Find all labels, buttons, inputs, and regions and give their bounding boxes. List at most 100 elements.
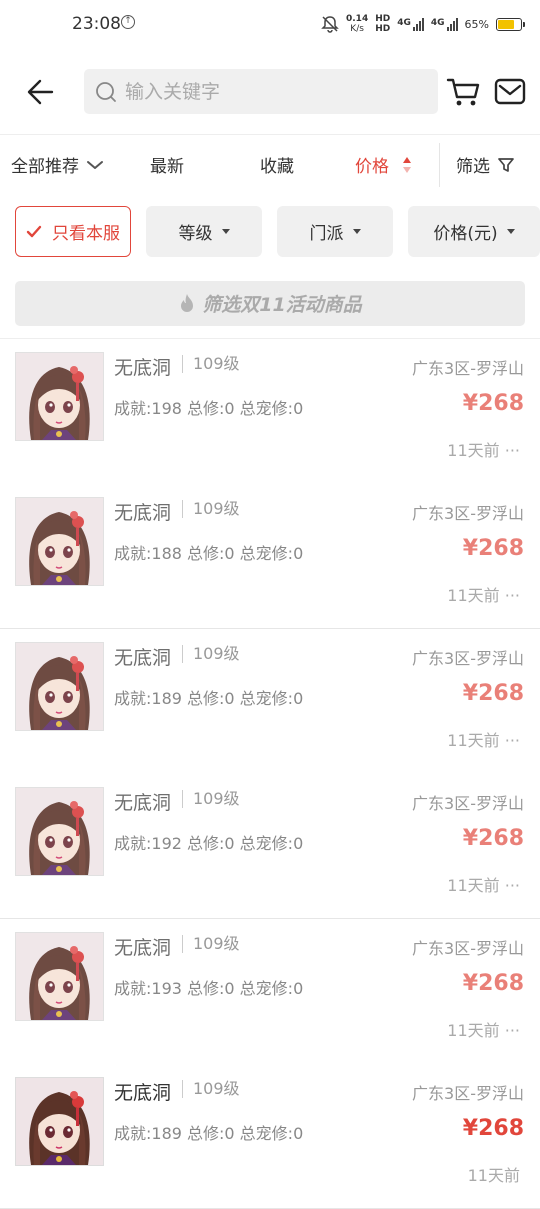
listing-price: ¥268 xyxy=(462,1116,524,1141)
chip-own-server[interactable]: 只看本服 xyxy=(15,206,131,257)
listing-price: ¥268 xyxy=(462,536,524,561)
status-bar: 23:08 ↑ 0.14 K/s HD HD 4G 4G 65% xyxy=(0,0,540,50)
listing-item[interactable]: 无底洞 109级 成就:192 总修:0 总宠修:0 广东3区-罗浮山 ¥268 11天前… xyxy=(0,774,540,919)
character-avatar xyxy=(15,1077,104,1166)
status-time: 23:08 xyxy=(72,14,121,34)
server-name: 广东3区-罗浮山 xyxy=(412,939,524,958)
filter-chips: 只看本服 等级 门派 价格(元) xyxy=(0,206,540,258)
listing-time: 11天前 ··· xyxy=(447,586,520,605)
listing-price: ¥268 xyxy=(462,826,524,851)
sort-newest[interactable]: 最新 xyxy=(150,152,184,177)
sort-divider xyxy=(439,143,440,187)
chip-school-label: 门派 xyxy=(309,224,344,244)
network-speed: 0.14 K/s xyxy=(346,14,368,34)
character-school: 无底洞 xyxy=(114,792,172,814)
character-level: 109级 xyxy=(182,935,240,953)
check-icon xyxy=(26,225,42,237)
listing-time: 11天前 ··· xyxy=(447,731,520,750)
filter-funnel-icon xyxy=(498,157,514,172)
sync-icon: ↑ xyxy=(121,15,135,29)
listing-item[interactable]: 无底洞 109级成就:188 总修:0 总宠修:0 广东3区-罗浮山 ¥268 11天前… xyxy=(0,484,540,629)
sort-all-label: 全部推荐 xyxy=(11,157,79,177)
battery-fill xyxy=(498,19,514,29)
net-label-1: 4G xyxy=(397,17,411,28)
arrow-left-icon xyxy=(27,79,54,105)
hd-voice-indicator: HD HD xyxy=(375,14,390,34)
listing-price: ¥268 xyxy=(462,681,524,706)
status-indicators: 0.14 K/s HD HD 4G 4G 65% xyxy=(321,12,525,36)
server-name: 广东3区-罗浮山 xyxy=(412,649,524,668)
listing-item[interactable]: 无底洞 109级 成就:198 总修:0 总宠修:0 广东3区-罗浮山 ¥268 11天前… xyxy=(0,339,540,484)
back-button[interactable] xyxy=(20,72,60,112)
chip-price[interactable]: 价格(元) xyxy=(408,206,540,257)
cart-button[interactable] xyxy=(445,74,483,110)
server-name: 广东3区-罗浮山 xyxy=(412,1084,524,1103)
battery-icon xyxy=(496,17,525,31)
server-name: 广东3区-罗浮山 xyxy=(412,794,524,813)
listing-time: 11天前 xyxy=(467,1166,520,1185)
chip-own-server-label: 只看本服 xyxy=(52,224,120,244)
caret-down-icon xyxy=(221,229,230,234)
listing-item[interactable]: 无底洞 109级 成就:193 总修:0 总宠修:0 广东3区-罗浮山 ¥268 11天前… xyxy=(0,919,540,1064)
character-avatar xyxy=(15,497,104,586)
sort-price-label: 价格 xyxy=(355,157,389,177)
caret-down-icon xyxy=(506,229,515,234)
cart-icon xyxy=(446,78,480,106)
server-name: 广东3区-罗浮山 xyxy=(412,359,524,378)
filter-button[interactable]: 筛选 xyxy=(456,152,515,177)
character-avatar xyxy=(15,932,104,1021)
signal-icon-1: 4G xyxy=(397,17,424,31)
listing-time: 11天前 ··· xyxy=(447,1021,520,1040)
net-label-2: 4G xyxy=(430,17,445,28)
character-level: 109级 xyxy=(182,645,240,663)
listing-time: 11天前 ··· xyxy=(447,876,520,895)
sort-arrows-icon xyxy=(403,156,411,173)
character-avatar xyxy=(15,352,104,441)
chip-level-label: 等级 xyxy=(178,224,213,244)
character-stats: 成就:188 总修:0 总宠修:0 xyxy=(114,544,304,563)
sort-favorites-label: 收藏 xyxy=(260,157,294,177)
signal-icon-2: 4G xyxy=(430,17,458,31)
caret-down-icon xyxy=(352,229,361,234)
character-school: 无底洞 xyxy=(114,647,172,669)
chip-school[interactable]: 门派 xyxy=(277,206,393,257)
sort-favorites[interactable]: 收藏 xyxy=(260,152,294,177)
chip-level[interactable]: 等级 xyxy=(146,206,262,257)
flame-icon xyxy=(181,293,194,312)
server-name: 广东3区-罗浮山 xyxy=(412,504,524,523)
sort-bar: 全部推荐 最新 收藏 价格 筛选 xyxy=(0,134,540,193)
character-stats: 成就:193 总修:0 总宠修:0 xyxy=(114,979,304,998)
double11-filter-banner[interactable]: 筛选双11活动商品 xyxy=(15,281,525,326)
sort-all-recommended[interactable]: 全部推荐 xyxy=(11,152,105,177)
network-speed-unit: K/s xyxy=(350,24,364,34)
character-level: 109级 xyxy=(182,500,240,518)
character-level: 109级 xyxy=(182,1080,240,1098)
filter-label: 筛选 xyxy=(456,157,490,177)
hd-label-2: HD xyxy=(375,24,391,34)
character-school: 无底洞 xyxy=(114,357,172,379)
top-bar xyxy=(0,62,540,122)
network-speed-value: 0.14 xyxy=(346,14,369,24)
mail-icon xyxy=(494,78,526,105)
listing-item[interactable]: 无底洞 109级 成就:189 总修:0 总宠修:0 广东3区-罗浮山 ¥268 11天前… xyxy=(0,629,540,774)
search-icon xyxy=(96,81,116,102)
character-stats: 成就:192 总修:0 总宠修:0 xyxy=(114,834,304,853)
search-box[interactable] xyxy=(84,69,438,114)
mute-bell-icon xyxy=(321,16,339,33)
listing-list: 无底洞 109级 成就:198 总修:0 总宠修:0 广东3区-罗浮山 ¥268 11天前… xyxy=(0,338,540,1209)
listing-item[interactable]: 无底洞 109级成就:189 总修:0 总宠修:0 广东3区-罗浮山 ¥268 11天前 xyxy=(0,1064,540,1209)
character-school: 无底洞 xyxy=(114,937,172,959)
character-avatar xyxy=(15,642,104,731)
sort-price[interactable]: 价格 xyxy=(355,152,415,177)
messages-button[interactable] xyxy=(492,74,528,110)
search-input[interactable] xyxy=(123,79,427,104)
character-stats: 成就:198 总修:0 总宠修:0 xyxy=(114,399,304,418)
battery-percent: 65% xyxy=(464,17,489,31)
character-stats: 成就:189 总修:0 总宠修:0 xyxy=(114,1124,304,1143)
banner-label: 筛选双11活动商品 xyxy=(202,294,362,316)
character-school: 无底洞 xyxy=(114,1082,172,1104)
hd-label-1: HD xyxy=(375,14,391,24)
listing-price: ¥268 xyxy=(462,391,524,416)
character-avatar xyxy=(15,787,104,876)
character-school: 无底洞 xyxy=(114,502,172,524)
